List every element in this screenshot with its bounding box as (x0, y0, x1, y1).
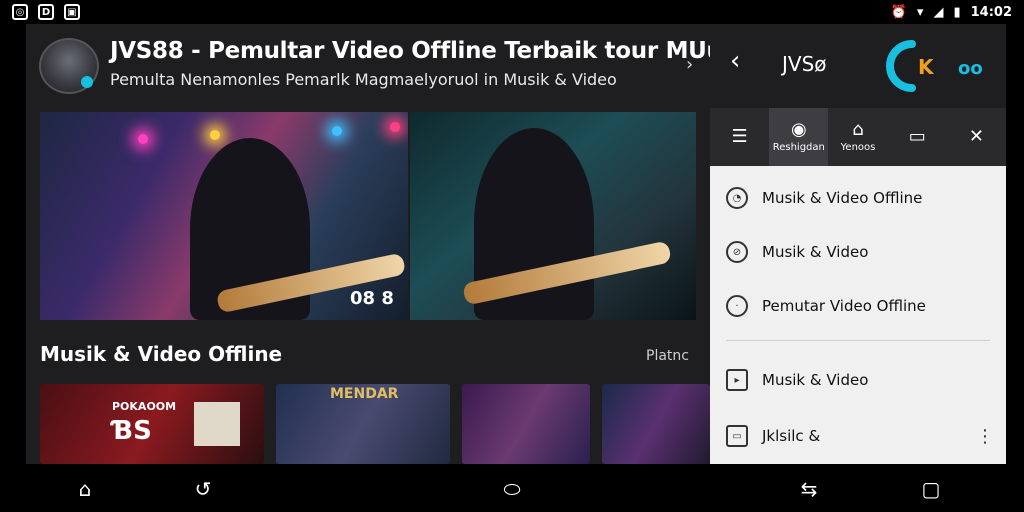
app-icon-3: ▣ (64, 4, 80, 20)
slash-circle-icon: ⊘ (726, 241, 748, 263)
back-icon[interactable]: ‹ (730, 46, 740, 76)
app-icon-2: D (38, 4, 54, 20)
status-left: ◎ D ▣ (12, 4, 80, 20)
square-icon: ▭ (726, 425, 748, 447)
menu-item[interactable]: ⊘ Musik & Video (710, 232, 1006, 272)
tab-reshigdan[interactable]: ◉ Reshigdan (769, 108, 829, 166)
brand-logo: K oo (886, 40, 983, 92)
recents-icon[interactable]: ⇆ (796, 476, 822, 502)
thumbnail-label: POKAOOM (112, 400, 177, 413)
stage-light-icon (138, 134, 148, 144)
stage-light-icon (210, 130, 220, 140)
hero-video-1[interactable]: 08 8 (40, 112, 408, 320)
signal-icon: ◢ (933, 4, 944, 20)
avatar[interactable] (39, 38, 99, 94)
stage-light-icon (332, 126, 342, 136)
section-title: Musik & Video Offline (40, 342, 283, 366)
home-outline-icon[interactable]: ⌂ (72, 476, 98, 502)
thumbnail-2[interactable]: MENDAR (276, 384, 450, 464)
thumbnail-label: MENDAR (330, 386, 399, 402)
video-box-icon: ▸ (726, 369, 748, 391)
menu-item[interactable]: ▸ Musik & Video (710, 360, 1006, 400)
panel-title: JVSø (782, 52, 827, 76)
chat-icon: ▭ (908, 126, 926, 147)
status-bar: ◎ D ▣ ⏰ ▾ ◢ ▮ 14:02 (0, 0, 1024, 24)
menu-item[interactable]: · Pemutar Video Offline (710, 286, 1006, 326)
menu-icon: ☰ (731, 126, 748, 147)
page-title: JVS88 - Pemultar Video Offline Terbaik t… (110, 38, 710, 64)
home-button-icon[interactable]: ⬭ (499, 476, 525, 502)
thumbnail-1[interactable]: POKAOOM ƁS (40, 384, 264, 464)
status-time: 14:02 (970, 4, 1012, 20)
building-icon: ⌂ (852, 119, 864, 140)
svg-text:K: K (918, 55, 935, 79)
menu-item-label: Musik & Video (762, 371, 869, 389)
tools-icon: ✕ (968, 126, 984, 147)
tab-menu[interactable]: ☰ (710, 108, 769, 166)
screen-edge (1006, 24, 1024, 464)
tab-chat[interactable]: ▭ (888, 108, 947, 166)
hero-video-2[interactable] (410, 112, 696, 320)
main-content: JVS88 - Pemultar Video Offline Terbaik t… (26, 24, 710, 464)
back-arrow-icon[interactable]: ↺ (190, 476, 216, 502)
section-link[interactable]: Platnc (646, 348, 689, 364)
wifi-icon: ▾ (916, 4, 924, 20)
video-badge: 08 8 (350, 288, 394, 309)
status-right: ⏰ ▾ ◢ ▮ 14:02 (891, 5, 1012, 20)
menu-item-label: Jklsilc & (762, 427, 821, 445)
app-icon-1: ◎ (12, 4, 28, 20)
panel-tabs: ☰ ◉ Reshigdan ⌂ Yenoos ▭ ✕ (710, 108, 1006, 166)
menu-item-label: Pemutar Video Offline (762, 297, 926, 315)
menu-item[interactable]: ▭ Jklsilc & ⋮ (710, 416, 1006, 456)
dot-circle-icon: · (726, 295, 748, 317)
side-panel: ‹ JVSø K oo ☰ ◉ Reshigdan ⌂ Yenoos ▭ ✕ ◔… (710, 24, 1006, 464)
thumbnail-big-label: ƁS (112, 416, 152, 446)
tab-tools[interactable]: ✕ (947, 108, 1006, 166)
alarm-icon: ⏰ (890, 4, 907, 20)
battery-icon: ▮ (953, 4, 961, 20)
tab-label: Reshigdan (772, 142, 825, 153)
stage-light-icon (390, 122, 400, 132)
page-subtitle: Pemulta Nenamonles Pemarlk Magmaelyoruol… (110, 70, 617, 89)
overview-icon[interactable]: ▢ (918, 476, 944, 502)
menu-item[interactable]: ◔ Musik & Video Offline (710, 178, 1006, 218)
svg-text:oo: oo (958, 58, 983, 79)
tab-yenoos[interactable]: ⌂ Yenoos (828, 108, 887, 166)
panel-header: ‹ JVSø K oo (710, 24, 1006, 108)
chevron-right-icon[interactable]: › (686, 54, 693, 75)
thumbnail-4[interactable] (602, 384, 710, 464)
thumbnail-3[interactable] (462, 384, 590, 464)
tab-label: Yenoos (840, 142, 876, 153)
menu-divider (726, 340, 990, 341)
menu-item-label: Musik & Video Offline (762, 189, 923, 207)
nav-bar: ⌂ ↺ ⬭ ⇆ ▢ (0, 464, 1024, 512)
more-vert-icon[interactable]: ⋮ (976, 426, 994, 447)
clock-icon: ◔ (726, 187, 748, 209)
menu-item-label: Musik & Video (762, 243, 869, 261)
photo-frame (194, 402, 240, 446)
avatar-icon: ◉ (790, 119, 807, 140)
